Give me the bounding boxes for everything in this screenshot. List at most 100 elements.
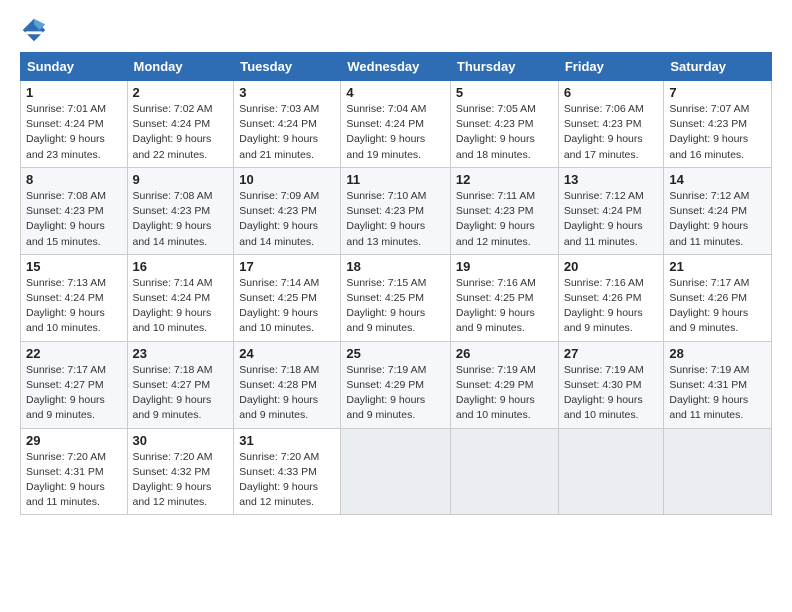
calendar-cell: 25 Sunrise: 7:19 AMSunset: 4:29 PMDaylig… — [341, 341, 451, 428]
day-number: 7 — [669, 85, 766, 100]
day-info: Sunrise: 7:03 AMSunset: 4:24 PMDaylight:… — [239, 103, 319, 161]
day-number: 6 — [564, 85, 659, 100]
day-info: Sunrise: 7:08 AMSunset: 4:23 PMDaylight:… — [133, 190, 213, 248]
calendar-cell — [341, 428, 451, 515]
calendar-cell: 9 Sunrise: 7:08 AMSunset: 4:23 PMDayligh… — [127, 167, 234, 254]
day-number: 29 — [26, 433, 122, 448]
day-info: Sunrise: 7:13 AMSunset: 4:24 PMDaylight:… — [26, 277, 106, 335]
day-number: 5 — [456, 85, 553, 100]
day-info: Sunrise: 7:15 AMSunset: 4:25 PMDaylight:… — [346, 277, 426, 335]
calendar-header-monday: Monday — [127, 53, 234, 81]
day-info: Sunrise: 7:20 AMSunset: 4:33 PMDaylight:… — [239, 451, 319, 509]
day-info: Sunrise: 7:17 AMSunset: 4:26 PMDaylight:… — [669, 277, 749, 335]
day-number: 3 — [239, 85, 335, 100]
day-number: 28 — [669, 346, 766, 361]
calendar-week-4: 22 Sunrise: 7:17 AMSunset: 4:27 PMDaylig… — [21, 341, 772, 428]
day-number: 22 — [26, 346, 122, 361]
day-info: Sunrise: 7:14 AMSunset: 4:24 PMDaylight:… — [133, 277, 213, 335]
day-info: Sunrise: 7:20 AMSunset: 4:32 PMDaylight:… — [133, 451, 213, 509]
day-number: 1 — [26, 85, 122, 100]
calendar-cell: 29 Sunrise: 7:20 AMSunset: 4:31 PMDaylig… — [21, 428, 128, 515]
calendar-table: SundayMondayTuesdayWednesdayThursdayFrid… — [20, 52, 772, 515]
day-number: 19 — [456, 259, 553, 274]
calendar-cell: 11 Sunrise: 7:10 AMSunset: 4:23 PMDaylig… — [341, 167, 451, 254]
calendar-cell: 4 Sunrise: 7:04 AMSunset: 4:24 PMDayligh… — [341, 81, 451, 168]
calendar-cell: 31 Sunrise: 7:20 AMSunset: 4:33 PMDaylig… — [234, 428, 341, 515]
day-number: 18 — [346, 259, 445, 274]
day-number: 26 — [456, 346, 553, 361]
day-number: 31 — [239, 433, 335, 448]
page-container: SundayMondayTuesdayWednesdayThursdayFrid… — [0, 0, 792, 525]
day-number: 14 — [669, 172, 766, 187]
calendar-header-row: SundayMondayTuesdayWednesdayThursdayFrid… — [21, 53, 772, 81]
calendar-cell: 23 Sunrise: 7:18 AMSunset: 4:27 PMDaylig… — [127, 341, 234, 428]
day-info: Sunrise: 7:20 AMSunset: 4:31 PMDaylight:… — [26, 451, 106, 509]
calendar-cell: 13 Sunrise: 7:12 AMSunset: 4:24 PMDaylig… — [558, 167, 664, 254]
day-info: Sunrise: 7:09 AMSunset: 4:23 PMDaylight:… — [239, 190, 319, 248]
day-info: Sunrise: 7:18 AMSunset: 4:27 PMDaylight:… — [133, 364, 213, 422]
day-info: Sunrise: 7:19 AMSunset: 4:31 PMDaylight:… — [669, 364, 749, 422]
day-number: 12 — [456, 172, 553, 187]
calendar-header-friday: Friday — [558, 53, 664, 81]
calendar-cell: 7 Sunrise: 7:07 AMSunset: 4:23 PMDayligh… — [664, 81, 772, 168]
day-info: Sunrise: 7:19 AMSunset: 4:30 PMDaylight:… — [564, 364, 644, 422]
day-number: 30 — [133, 433, 229, 448]
calendar-week-2: 8 Sunrise: 7:08 AMSunset: 4:23 PMDayligh… — [21, 167, 772, 254]
day-number: 16 — [133, 259, 229, 274]
calendar-cell: 15 Sunrise: 7:13 AMSunset: 4:24 PMDaylig… — [21, 254, 128, 341]
calendar-cell: 30 Sunrise: 7:20 AMSunset: 4:32 PMDaylig… — [127, 428, 234, 515]
day-info: Sunrise: 7:16 AMSunset: 4:26 PMDaylight:… — [564, 277, 644, 335]
day-number: 25 — [346, 346, 445, 361]
day-number: 24 — [239, 346, 335, 361]
calendar-week-1: 1 Sunrise: 7:01 AMSunset: 4:24 PMDayligh… — [21, 81, 772, 168]
day-number: 21 — [669, 259, 766, 274]
calendar-header-saturday: Saturday — [664, 53, 772, 81]
calendar-cell: 18 Sunrise: 7:15 AMSunset: 4:25 PMDaylig… — [341, 254, 451, 341]
day-number: 15 — [26, 259, 122, 274]
day-number: 9 — [133, 172, 229, 187]
calendar-cell: 26 Sunrise: 7:19 AMSunset: 4:29 PMDaylig… — [450, 341, 558, 428]
calendar-week-5: 29 Sunrise: 7:20 AMSunset: 4:31 PMDaylig… — [21, 428, 772, 515]
calendar-header-wednesday: Wednesday — [341, 53, 451, 81]
logo — [20, 16, 52, 44]
day-info: Sunrise: 7:11 AMSunset: 4:23 PMDaylight:… — [456, 190, 535, 248]
day-info: Sunrise: 7:06 AMSunset: 4:23 PMDaylight:… — [564, 103, 644, 161]
calendar-header-tuesday: Tuesday — [234, 53, 341, 81]
day-info: Sunrise: 7:17 AMSunset: 4:27 PMDaylight:… — [26, 364, 106, 422]
day-info: Sunrise: 7:12 AMSunset: 4:24 PMDaylight:… — [564, 190, 644, 248]
day-number: 17 — [239, 259, 335, 274]
day-number: 8 — [26, 172, 122, 187]
calendar-cell: 24 Sunrise: 7:18 AMSunset: 4:28 PMDaylig… — [234, 341, 341, 428]
calendar-cell: 20 Sunrise: 7:16 AMSunset: 4:26 PMDaylig… — [558, 254, 664, 341]
day-info: Sunrise: 7:10 AMSunset: 4:23 PMDaylight:… — [346, 190, 426, 248]
day-number: 4 — [346, 85, 445, 100]
calendar-cell: 16 Sunrise: 7:14 AMSunset: 4:24 PMDaylig… — [127, 254, 234, 341]
calendar-cell: 8 Sunrise: 7:08 AMSunset: 4:23 PMDayligh… — [21, 167, 128, 254]
day-number: 2 — [133, 85, 229, 100]
calendar-cell: 19 Sunrise: 7:16 AMSunset: 4:25 PMDaylig… — [450, 254, 558, 341]
day-info: Sunrise: 7:18 AMSunset: 4:28 PMDaylight:… — [239, 364, 319, 422]
calendar-cell: 6 Sunrise: 7:06 AMSunset: 4:23 PMDayligh… — [558, 81, 664, 168]
calendar-cell: 3 Sunrise: 7:03 AMSunset: 4:24 PMDayligh… — [234, 81, 341, 168]
day-info: Sunrise: 7:19 AMSunset: 4:29 PMDaylight:… — [456, 364, 536, 422]
calendar-cell: 14 Sunrise: 7:12 AMSunset: 4:24 PMDaylig… — [664, 167, 772, 254]
calendar-week-3: 15 Sunrise: 7:13 AMSunset: 4:24 PMDaylig… — [21, 254, 772, 341]
day-info: Sunrise: 7:16 AMSunset: 4:25 PMDaylight:… — [456, 277, 536, 335]
logo-icon — [20, 16, 48, 44]
day-number: 27 — [564, 346, 659, 361]
calendar-cell: 2 Sunrise: 7:02 AMSunset: 4:24 PMDayligh… — [127, 81, 234, 168]
day-number: 11 — [346, 172, 445, 187]
calendar-cell — [558, 428, 664, 515]
calendar-cell: 28 Sunrise: 7:19 AMSunset: 4:31 PMDaylig… — [664, 341, 772, 428]
day-info: Sunrise: 7:04 AMSunset: 4:24 PMDaylight:… — [346, 103, 426, 161]
day-number: 20 — [564, 259, 659, 274]
day-info: Sunrise: 7:05 AMSunset: 4:23 PMDaylight:… — [456, 103, 536, 161]
calendar-cell — [450, 428, 558, 515]
day-number: 10 — [239, 172, 335, 187]
day-number: 23 — [133, 346, 229, 361]
calendar-cell: 21 Sunrise: 7:17 AMSunset: 4:26 PMDaylig… — [664, 254, 772, 341]
calendar-cell: 10 Sunrise: 7:09 AMSunset: 4:23 PMDaylig… — [234, 167, 341, 254]
calendar-cell: 12 Sunrise: 7:11 AMSunset: 4:23 PMDaylig… — [450, 167, 558, 254]
calendar-cell: 5 Sunrise: 7:05 AMSunset: 4:23 PMDayligh… — [450, 81, 558, 168]
day-info: Sunrise: 7:08 AMSunset: 4:23 PMDaylight:… — [26, 190, 106, 248]
